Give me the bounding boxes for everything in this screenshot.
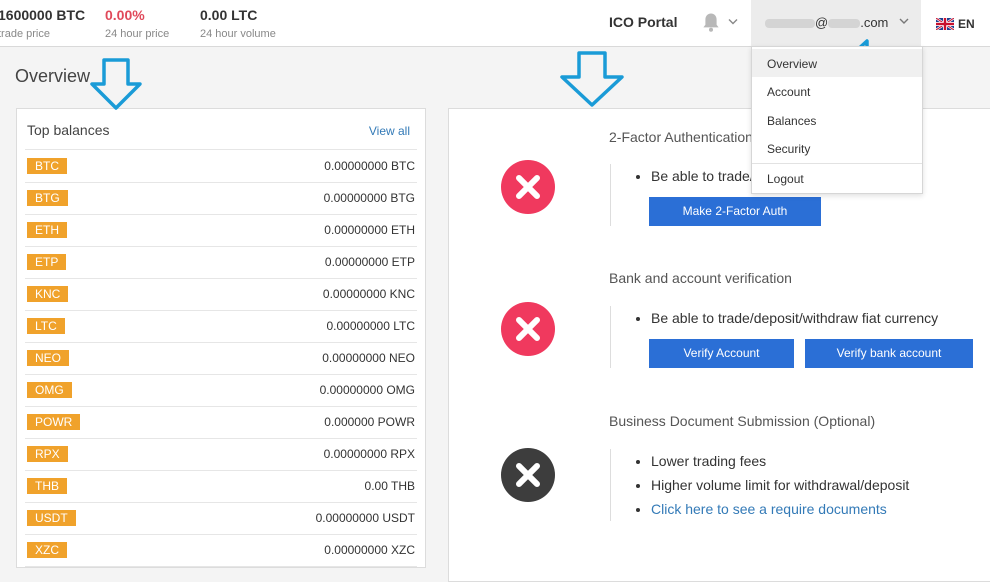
error-x-icon — [501, 302, 555, 356]
uk-flag-icon — [936, 17, 954, 30]
disabled-x-icon — [501, 448, 555, 502]
user-email: @ .com — [765, 15, 888, 30]
verify-account-button[interactable]: Verify Account — [649, 339, 794, 368]
stat-24h-price: 0.00% 24 hour price — [105, 7, 169, 40]
balance-amount: 0.00000000 NEO — [322, 351, 415, 365]
balance-amount: 0.00000000 USDT — [315, 511, 415, 525]
balance-amount: 0.00000000 BTC — [324, 159, 415, 173]
balance-row: USDT 0.00000000 USDT — [25, 502, 417, 535]
annotation-arrow-down-icon — [90, 58, 142, 110]
currency-tag: USDT — [27, 510, 76, 526]
stat-value: 1600000 BTC — [0, 7, 86, 23]
benefit-item: Higher volume limit for withdrawal/depos… — [651, 473, 909, 497]
menu-item-account[interactable]: Account — [752, 77, 922, 105]
balance-row: RPX 0.00000000 RPX — [25, 438, 417, 471]
balance-amount: 0.00000000 BTG — [323, 191, 415, 205]
balance-row: LTC 0.00000000 LTC — [25, 310, 417, 343]
balance-row: THB 0.00 THB — [25, 470, 417, 503]
currency-tag: ETP — [27, 254, 67, 270]
currency-tag: LTC — [27, 318, 65, 334]
verify-bank-account-button[interactable]: Verify bank account — [805, 339, 973, 368]
panel-title: Top balances — [27, 122, 110, 138]
balance-amount: 0.00000000 LTC — [326, 319, 415, 333]
annotation-arrow-down-icon — [560, 51, 624, 107]
user-email-tld: .com — [860, 15, 889, 30]
stat-label: 24 hour price — [105, 28, 170, 40]
balance-row: POWR 0.000000 POWR — [25, 406, 417, 439]
benefit-item: Be able to trade/deposit/withdraw fiat c… — [651, 306, 938, 330]
currency-tag: ETH — [27, 222, 67, 238]
balance-amount: 0.00000000 OMG — [319, 383, 415, 397]
currency-tag: XZC — [27, 542, 67, 558]
balance-amount: 0.00000000 RPX — [323, 447, 415, 461]
stat-value: 0.00% — [105, 7, 145, 23]
chevron-down-icon — [899, 18, 909, 24]
notifications-button[interactable] — [702, 12, 742, 34]
currency-tag: BTG — [27, 190, 68, 206]
balance-row: NEO 0.00000000 NEO — [25, 342, 417, 375]
balance-amount: 0.000000 POWR — [324, 415, 415, 429]
bell-icon — [703, 13, 738, 32]
language-selector[interactable]: EN — [936, 15, 975, 33]
currency-tag: BTC — [27, 158, 67, 174]
menu-item-label: Security — [767, 142, 811, 156]
balance-amount: 0.00 THB — [364, 479, 415, 493]
menu-item-logout[interactable]: Logout — [752, 164, 922, 192]
balance-amount: 0.00000000 XZC — [324, 543, 415, 557]
stat-24h-volume: 0.00 LTC 24 hour volume — [200, 7, 276, 40]
currency-tag: POWR — [27, 414, 81, 430]
make-2fa-button[interactable]: Make 2-Factor Auth — [649, 197, 821, 226]
error-x-icon — [501, 160, 555, 214]
benefit-item: Be able to trade/ — [651, 164, 754, 188]
redacted-text — [828, 19, 861, 29]
currency-tag: NEO — [27, 350, 70, 366]
menu-item-label: Balances — [767, 114, 817, 128]
balance-row: BTC 0.00000000 BTC — [25, 149, 417, 183]
required-documents-link[interactable]: Click here to see a require documents — [651, 501, 887, 517]
menu-item-label: Overview — [767, 57, 818, 71]
stat-trade-price: 1600000 BTC trade price — [0, 7, 85, 40]
balance-amount: 0.00000000 ETP — [324, 255, 415, 269]
menu-item-security[interactable]: Security — [752, 134, 922, 162]
page-title: Overview — [15, 66, 91, 86]
balance-row: ETP 0.00000000 ETP — [25, 246, 417, 279]
user-dropdown-menu: Overview Account Balances Security Logou… — [751, 46, 923, 194]
balance-row: KNC 0.00000000 KNC — [25, 278, 417, 311]
currency-tag: OMG — [27, 382, 72, 398]
menu-item-overview[interactable]: Overview — [752, 49, 922, 77]
ico-portal-link[interactable]: ICO Portal — [609, 14, 677, 30]
section-title-business: Business Document Submission (Optional) — [609, 413, 876, 429]
currency-tag: THB — [27, 478, 67, 494]
view-all-link[interactable]: View all — [369, 124, 410, 138]
section-title-bank: Bank and account verification — [609, 270, 792, 286]
language-code: EN — [958, 16, 975, 31]
top-balances-panel: Top balances View all BTC 0.00000000 BTC… — [16, 108, 426, 568]
balance-amount: 0.00000000 ETH — [324, 223, 415, 237]
balance-row: OMG 0.00000000 OMG — [25, 374, 417, 407]
section-title-2fa: 2-Factor Authentication — [609, 129, 753, 145]
stat-value: 0.00 LTC — [200, 7, 258, 23]
section-body-business: Lower trading fees Higher volume limit f… — [610, 449, 909, 521]
stat-label: 24 hour volume — [200, 28, 276, 40]
stat-label: trade price — [0, 28, 50, 40]
redacted-text — [765, 19, 815, 29]
menu-item-balances[interactable]: Balances — [752, 106, 922, 134]
currency-tag: KNC — [27, 286, 69, 302]
balance-amount: 0.00000000 KNC — [322, 287, 415, 301]
menu-item-label: Logout — [767, 172, 804, 186]
user-email-at: @ — [815, 15, 829, 30]
menu-item-label: Account — [767, 85, 811, 99]
benefit-item: Lower trading fees — [651, 449, 909, 473]
balance-row: ETH 0.00000000 ETH — [25, 214, 417, 247]
currency-tag: RPX — [27, 446, 68, 462]
balance-row: XZC 0.00000000 XZC — [25, 534, 417, 567]
balance-row: BTG 0.00000000 BTG — [25, 182, 417, 215]
